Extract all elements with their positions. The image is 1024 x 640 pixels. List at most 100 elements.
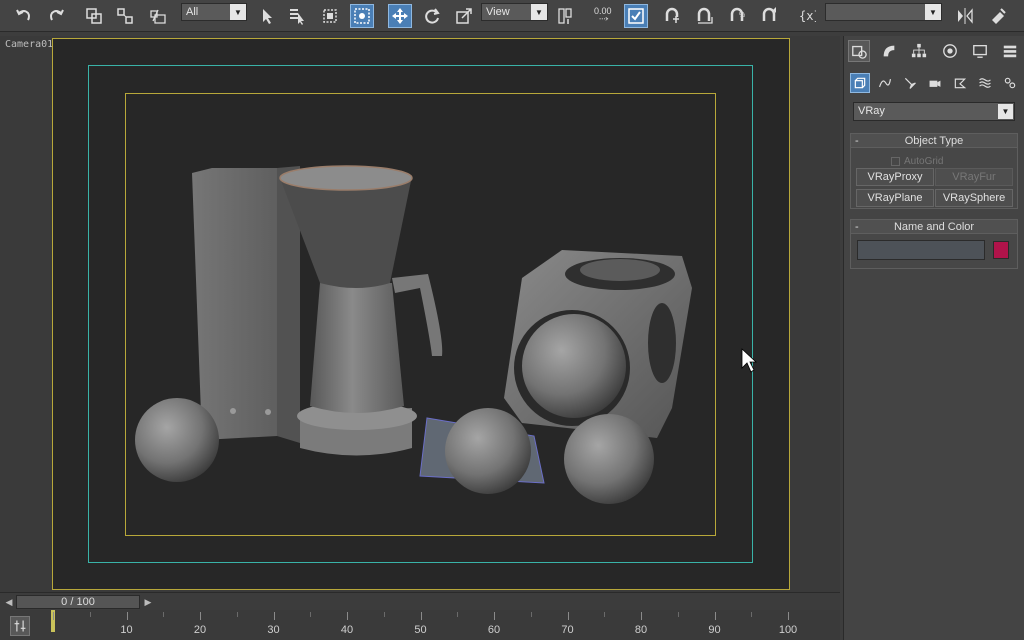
timeline-tick-label: 60: [487, 624, 501, 636]
reference-coordinate-value: View: [486, 6, 510, 18]
scene-render[interactable]: [52, 38, 790, 590]
hierarchy-tab-icon[interactable]: [908, 40, 930, 62]
bind-to-space-warp-icon[interactable]: [146, 4, 170, 28]
timeline-tick-label: 50: [414, 624, 427, 636]
timeline-tick: [420, 612, 422, 620]
chevron-down-icon: ▼: [531, 4, 547, 20]
name-and-color-rollout-header[interactable]: - Name and Color: [851, 220, 1017, 234]
spinner-snap-toggle-icon[interactable]: [758, 4, 782, 28]
object-type-rollout-header[interactable]: - Object Type: [851, 134, 1017, 148]
timeline-tick: [751, 612, 753, 617]
name-and-color-title: Name and Color: [893, 221, 975, 233]
named-selection-sets-dropdown[interactable]: ▼: [825, 3, 942, 21]
chevron-down-icon: ▼: [998, 104, 1013, 119]
object-type-rollout: - Object Type AutoGrid VRayProxy VRayFur…: [850, 133, 1018, 209]
utilities-tab-icon[interactable]: [999, 40, 1021, 62]
snap-value: 0.00: [594, 6, 612, 16]
chevron-down-icon: ▼: [230, 4, 246, 20]
timeline-tick-label: 70: [561, 624, 574, 636]
undo-icon[interactable]: [12, 4, 36, 28]
collapse-icon: -: [855, 221, 859, 233]
timeline-tick-label: 90: [708, 624, 721, 636]
timeline-tick: [457, 612, 459, 617]
cameras-category-icon[interactable]: [925, 73, 945, 93]
systems-category-icon[interactable]: [1000, 73, 1020, 93]
percent-snap-toggle-icon[interactable]: %: [726, 4, 750, 28]
coffee-pot-object[interactable]: [279, 165, 443, 456]
svg-text:%: %: [739, 12, 745, 19]
geometry-type-dropdown[interactable]: VRay ▼: [853, 102, 1015, 121]
geometry-category-icon[interactable]: [850, 73, 870, 93]
timeline-tick: [273, 612, 275, 620]
time-slider-thumb[interactable]: 0 / 100: [16, 595, 140, 609]
timeline-tick: [236, 612, 238, 617]
box-object[interactable]: [192, 166, 300, 443]
timeline-tick-label: 20: [193, 624, 207, 636]
select-object-icon[interactable]: [254, 4, 278, 28]
autogrid-checkbox[interactable]: AutoGrid: [891, 156, 943, 167]
track-bar[interactable]: 10 20 30 40 50 60 70 80 90 100: [0, 610, 840, 640]
command-panel: VRay ▼ - Object Type AutoGrid VRayProxy …: [843, 36, 1024, 640]
selection-filter-dropdown[interactable]: All ▼: [181, 3, 247, 21]
selection-filter-value: All: [186, 6, 199, 18]
select-and-rotate-icon[interactable]: [420, 4, 444, 28]
sphere-middle[interactable]: [445, 408, 531, 494]
modify-tab-icon[interactable]: [878, 40, 900, 62]
object-color-swatch[interactable]: [993, 241, 1009, 259]
create-tab-icon[interactable]: [848, 40, 871, 62]
chevron-left-icon[interactable]: ◀: [2, 595, 16, 609]
timeline-tick: [126, 612, 128, 620]
edit-named-selection-icon[interactable]: {x}: [795, 4, 819, 28]
lights-category-icon[interactable]: [900, 73, 920, 93]
use-pivot-center-icon[interactable]: [553, 4, 577, 28]
sphere-left[interactable]: [135, 398, 219, 482]
timeline-tick: [788, 612, 789, 620]
object-name-input[interactable]: [857, 240, 985, 260]
timeline-tick: [567, 612, 569, 620]
sphere-right[interactable]: [564, 414, 654, 504]
chevron-right-icon[interactable]: ▶: [141, 595, 155, 609]
mirror-icon[interactable]: [953, 4, 977, 28]
timeline-tick: [714, 612, 716, 620]
vraysphere-button[interactable]: VRaySphere: [935, 189, 1013, 207]
timeline-tick: [604, 612, 606, 617]
timeline-tick: [53, 612, 54, 620]
snaps-toggle-icon[interactable]: [660, 4, 684, 28]
motion-tab-icon[interactable]: [939, 40, 961, 62]
viewport-label[interactable]: Camera01: [5, 39, 53, 50]
select-and-link-icon[interactable]: [82, 4, 106, 28]
reference-coordinate-dropdown[interactable]: View ▼: [481, 3, 548, 21]
timeline-tick-label: 10: [120, 624, 133, 636]
timeline-tick: [383, 612, 385, 617]
align-icon[interactable]: [986, 4, 1010, 28]
unlink-selection-icon[interactable]: [113, 4, 137, 28]
snap-toggle-icon[interactable]: 0.00: [592, 4, 616, 28]
object-type-title: Object Type: [904, 135, 964, 147]
timeline-tick: [163, 612, 165, 617]
vrayplane-button[interactable]: VRayPlane: [856, 189, 934, 207]
main-toolbar: All ▼ View ▼ 0.00 % {x ▼: [0, 0, 1024, 32]
timeline-tick: [494, 612, 495, 620]
timeline-tick-label: 30: [267, 624, 280, 636]
timeline-tick: [200, 612, 201, 620]
select-and-scale-icon[interactable]: [452, 4, 476, 28]
time-slider[interactable]: ◀ 0 / 100 ▶: [0, 592, 840, 610]
select-by-name-icon[interactable]: [285, 4, 309, 28]
angle-snap-toggle-icon[interactable]: [693, 4, 717, 28]
space-warps-category-icon[interactable]: [975, 73, 995, 93]
manipulate-checkbox-icon[interactable]: [624, 4, 648, 28]
geometry-type-value: VRay: [858, 105, 885, 117]
window-crossing-toggle-icon[interactable]: [350, 4, 374, 28]
display-tab-icon[interactable]: [969, 40, 991, 62]
helpers-category-icon[interactable]: [950, 73, 970, 93]
timeline-tick: [677, 612, 679, 617]
select-and-move-icon[interactable]: [388, 4, 412, 28]
open-mini-curve-editor-icon[interactable]: [10, 616, 30, 636]
rectangular-selection-region-icon[interactable]: [318, 4, 342, 28]
shapes-category-icon[interactable]: [875, 73, 895, 93]
vrayproxy-button[interactable]: VRayProxy: [856, 168, 934, 186]
timeline-tick: [530, 612, 532, 617]
vrayfur-button[interactable]: VRayFur: [935, 168, 1013, 186]
redo-icon[interactable]: [44, 4, 68, 28]
hollow-cube-object[interactable]: [504, 250, 692, 438]
